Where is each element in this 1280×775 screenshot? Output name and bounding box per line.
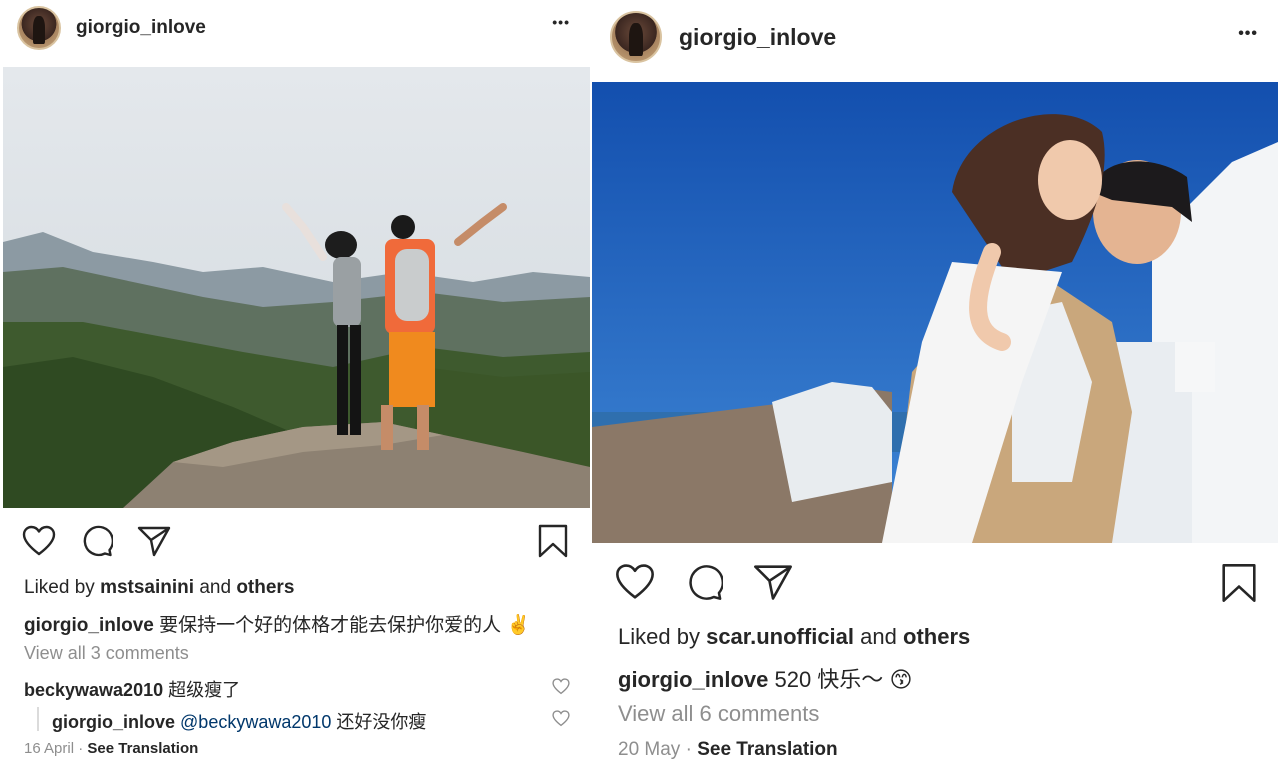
date-separator: · — [78, 740, 84, 757]
post-right: giorgio_inlove ••• Liked by scar.unoffic… — [592, 0, 1280, 775]
caption: giorgio_inlove 要保持一个好的体格才能去保护你爱的人 ✌️ — [24, 610, 530, 637]
share-icon[interactable] — [137, 525, 171, 557]
post-footer: 16 April · See Translation — [24, 740, 198, 757]
bookmark-icon[interactable] — [538, 524, 568, 563]
likes-line: Liked by mstsainini and others — [24, 577, 294, 599]
action-bar — [22, 524, 171, 557]
reply-row: giorgio_inlove @beckywawa2010 还好没你瘦 — [52, 708, 426, 734]
liked-prefix: Liked by — [24, 577, 95, 598]
action-bar — [615, 563, 793, 601]
liked-and: and — [199, 577, 232, 598]
see-translation-link[interactable]: See Translation — [87, 740, 198, 757]
post-date: 16 April — [24, 740, 75, 757]
liked-others[interactable]: others — [236, 577, 294, 598]
liked-user[interactable]: mstsainini — [100, 577, 194, 598]
mountain-photo — [3, 67, 590, 508]
comment-icon[interactable] — [685, 563, 723, 601]
reply-mention[interactable]: @beckywawa2010 — [180, 712, 331, 732]
caption-emoji: ✌️ — [506, 615, 531, 636]
comment-text: 超级瘦了 — [168, 680, 241, 700]
comment-like-icon[interactable] — [552, 678, 570, 700]
date-separator: · — [685, 739, 692, 760]
caption-emoji: 😙 — [889, 667, 913, 692]
post-footer: 20 May · See Translation — [618, 739, 838, 761]
heart-icon[interactable] — [615, 563, 655, 601]
post-date: 20 May — [618, 739, 681, 760]
comment-row: beckywawa2010 超级瘦了 — [24, 676, 240, 702]
couple-photo — [592, 82, 1278, 543]
post-header: giorgio_inlove — [0, 6, 592, 50]
post-left: giorgio_inlove ••• Liked by mstsainini a… — [0, 0, 592, 775]
more-icon[interactable]: ••• — [1238, 25, 1258, 43]
reply-like-icon[interactable] — [552, 710, 570, 732]
post-photo[interactable] — [592, 82, 1278, 543]
comment-icon[interactable] — [80, 524, 113, 557]
bookmark-icon[interactable] — [1221, 563, 1257, 608]
caption-username[interactable]: giorgio_inlove — [618, 667, 768, 692]
caption-text: 520 快乐～ — [774, 667, 884, 692]
liked-others[interactable]: others — [903, 624, 970, 649]
reply-text: 还好没你瘦 — [336, 712, 427, 732]
see-translation-link[interactable]: See Translation — [697, 739, 837, 760]
liked-and: and — [860, 624, 897, 649]
comment-username[interactable]: beckywawa2010 — [24, 680, 163, 700]
post-username[interactable]: giorgio_inlove — [76, 17, 206, 39]
avatar[interactable] — [17, 6, 61, 50]
view-comments-link[interactable]: View all 6 comments — [618, 701, 819, 727]
view-comments-link[interactable]: View all 3 comments — [24, 643, 189, 664]
caption-username[interactable]: giorgio_inlove — [24, 615, 154, 636]
likes-line: Liked by scar.unofficial and others — [618, 624, 970, 650]
more-icon[interactable]: ••• — [552, 14, 570, 30]
liked-user[interactable]: scar.unofficial — [706, 624, 854, 649]
caption: giorgio_inlove 520 快乐～ 😙 — [618, 662, 912, 694]
caption-text: 要保持一个好的体格才能去保护你爱的人 — [159, 615, 502, 636]
heart-icon[interactable] — [22, 525, 56, 557]
reply-username[interactable]: giorgio_inlove — [52, 712, 175, 732]
reply-indent-bar — [37, 707, 39, 731]
share-icon[interactable] — [753, 563, 793, 601]
avatar[interactable] — [610, 11, 662, 63]
liked-prefix: Liked by — [618, 624, 700, 649]
post-header: giorgio_inlove — [592, 11, 1280, 63]
post-username[interactable]: giorgio_inlove — [679, 24, 836, 51]
post-photo[interactable] — [3, 67, 590, 508]
